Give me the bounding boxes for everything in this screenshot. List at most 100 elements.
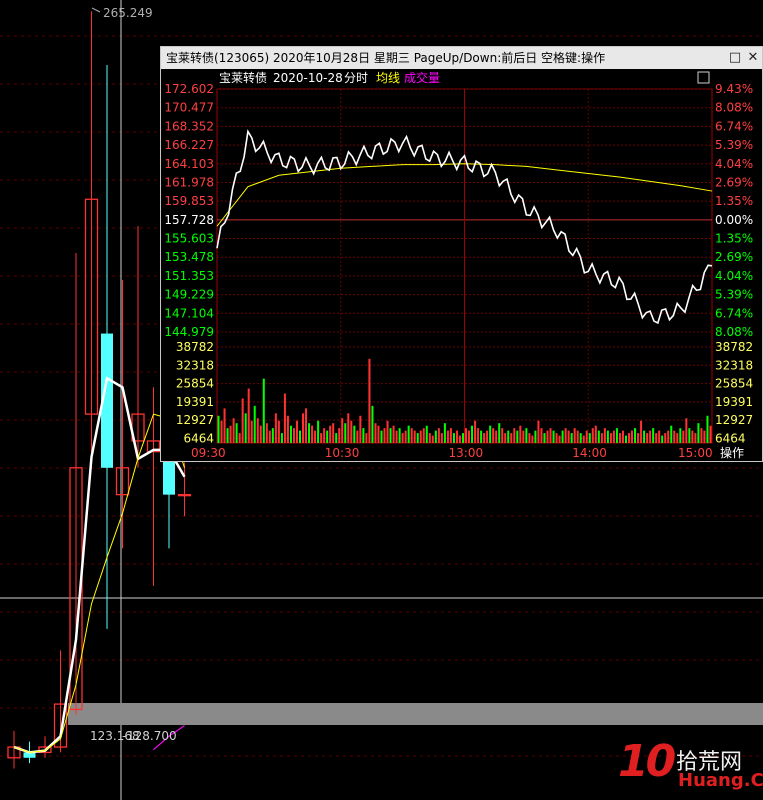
volume-bar: [558, 435, 561, 443]
watermark-number: 10: [618, 736, 676, 787]
volume-bar: [682, 430, 685, 443]
volume-bar: [238, 433, 241, 443]
header-avg-legend: 均线: [376, 71, 400, 85]
volume-bar: [634, 428, 637, 443]
volume-bar: [495, 430, 498, 443]
pct-axis-label: 9.43%: [715, 82, 753, 96]
volume-bar: [413, 430, 416, 443]
volume-bar: [564, 428, 567, 443]
volume-bar: [332, 423, 335, 443]
time-axis-label: 14:00: [572, 446, 607, 460]
volume-bar: [220, 420, 223, 443]
price-axis-label: 161.978: [164, 175, 214, 189]
volume-bar: [235, 423, 238, 443]
volume-bar: [232, 418, 235, 443]
volume-bar: [392, 425, 395, 443]
volume-bar: [407, 425, 410, 443]
volume-bar: [359, 415, 362, 443]
volume-bar: [561, 430, 564, 443]
header-name: 宝莱转债: [219, 70, 267, 85]
volume-bar: [274, 413, 277, 443]
volume-bar: [371, 405, 374, 443]
volume-bar: [591, 428, 594, 443]
volume-bar: [365, 433, 368, 443]
price-axis-label: 151.353: [164, 269, 214, 283]
header-mini-button: [697, 71, 710, 84]
volume-bar: [461, 433, 464, 443]
vol-axis-label: 38782: [176, 340, 214, 354]
volume-bar: [347, 413, 350, 443]
volume-bar: [262, 378, 265, 443]
volume-bar: [280, 433, 283, 443]
watermark-en: Huang.CN: [678, 770, 763, 791]
volume-bar: [410, 428, 413, 443]
volume-bar: [398, 428, 401, 443]
volume-bar: [323, 428, 326, 443]
volume-bar: [395, 430, 398, 443]
volume-bar: [688, 428, 691, 443]
volume-bar: [516, 430, 519, 443]
volume-bar: [247, 388, 250, 443]
volume-bar: [380, 430, 383, 443]
volume-bar: [368, 358, 371, 443]
volume-bar: [344, 423, 347, 443]
volume-bar: [474, 420, 477, 443]
volume-bar: [667, 430, 670, 443]
volume-bar: [588, 433, 591, 443]
popup-title-bar[interactable]: 宝莱转债(123065) 2020年10月28日 星期三 PageUp/Down…: [161, 47, 762, 69]
volume-bar: [486, 430, 489, 443]
volume-bar: [600, 433, 603, 443]
volume-bar: [498, 423, 501, 443]
gray-band: [68, 703, 763, 725]
vol-axis-label-right: 12927: [715, 413, 753, 427]
volume-bar: [386, 420, 389, 443]
header-vol-legend: 成交量: [404, 70, 440, 85]
volume-bar: [217, 415, 220, 443]
vol-axis-label-right: 32318: [715, 358, 753, 372]
volume-bar: [567, 430, 570, 443]
volume-bar: [706, 415, 709, 443]
volume-bar: [283, 393, 286, 443]
pct-axis-label: 5.39%: [715, 138, 753, 152]
volume-bar: [643, 430, 646, 443]
volume-bar: [612, 430, 615, 443]
volume-bar: [570, 433, 573, 443]
volume-bar: [292, 428, 295, 443]
operate-label: 操作: [720, 445, 744, 460]
volume-bar: [428, 433, 431, 443]
price-axis-label: 144.979: [164, 325, 214, 339]
volume-bar: [465, 428, 468, 443]
volume-bar: [298, 430, 302, 443]
price-axis-label: 149.229: [164, 288, 214, 302]
volume-bar: [455, 430, 458, 443]
vol-axis-label-right: 6464: [715, 431, 746, 445]
vol-axis-label: 25854: [176, 377, 214, 391]
low-price-separator: -: [122, 729, 126, 743]
volume-bar: [507, 430, 510, 443]
close-icon[interactable]: ✕: [745, 50, 761, 66]
volume-bar: [618, 433, 621, 443]
high-price-label: 265.249: [103, 6, 153, 20]
volume-bar: [329, 425, 332, 443]
intraday-chart[interactable]: 宝莱转债 2020-10-28 分时 均线 成交量 172.602 9.43% 170.477…: [161, 69, 762, 461]
volume-bar: [573, 428, 576, 443]
volume-bar: [519, 425, 522, 443]
volume-bar: [404, 430, 407, 443]
volume-bar: [320, 433, 323, 443]
vol-axis-label-right: 19391: [715, 395, 753, 409]
price-axis-label: 157.728: [164, 213, 214, 227]
volume-bar: [579, 433, 582, 443]
volume-bar: [609, 433, 612, 443]
maximize-icon[interactable]: □: [727, 50, 743, 66]
volume-bar: [419, 430, 422, 443]
intraday-popup-window[interactable]: 宝莱转债(123065) 2020年10月28日 星期三 PageUp/Down…: [160, 46, 763, 462]
volume-bar: [522, 430, 525, 443]
price-axis-label: 153.478: [164, 250, 214, 264]
pct-axis-label: 2.69%: [715, 175, 753, 189]
volume-bar: [443, 423, 446, 443]
volume-bar: [277, 420, 280, 443]
pct-axis-label: 4.04%: [715, 157, 753, 171]
volume-bar: [555, 433, 558, 443]
time-axis-label: 10:30: [325, 446, 360, 460]
price-axis-label: 147.104: [164, 306, 214, 320]
